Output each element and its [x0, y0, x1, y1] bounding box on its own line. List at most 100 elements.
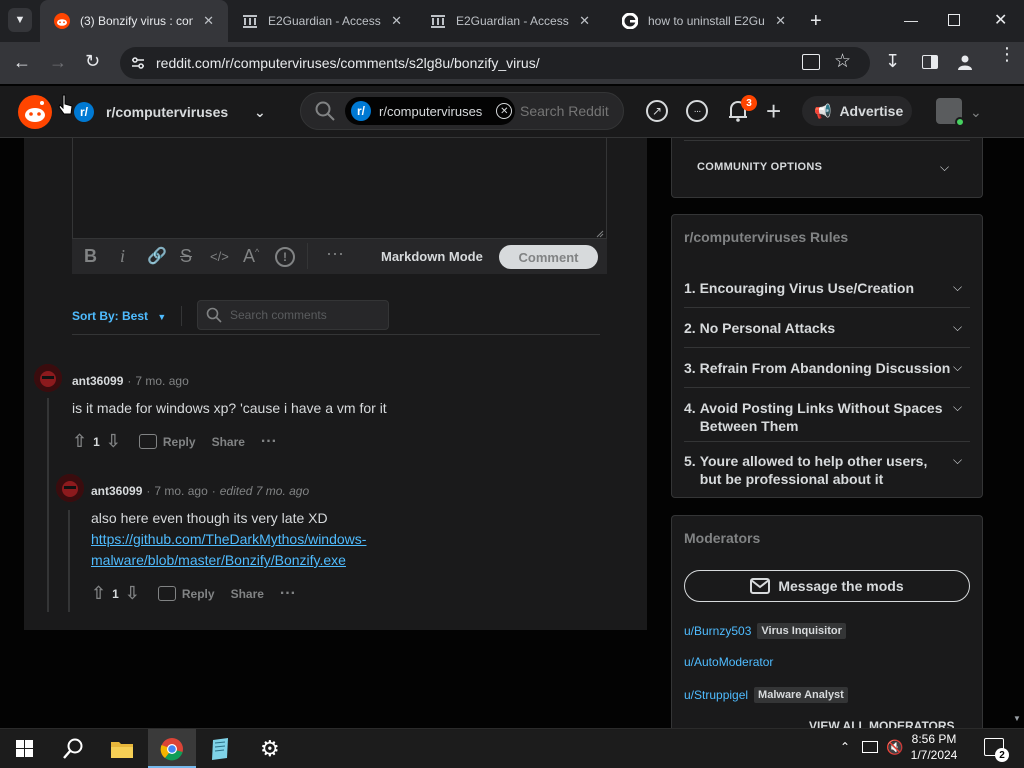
bookmark-star-icon[interactable]: ☆ — [834, 50, 851, 73]
reload-icon[interactable]: ↻ — [85, 51, 100, 72]
chevron-down-icon[interactable]: ⌵ — [953, 360, 962, 375]
rule-item[interactable]: 4. Avoid Posting Links Without Spaces Bet… — [684, 399, 946, 435]
italic-icon[interactable]: i — [120, 246, 125, 267]
scrollbar[interactable] — [1010, 138, 1024, 728]
link-icon[interactable]: 🔗 — [147, 246, 167, 266]
inline-code-icon[interactable]: </> — [210, 249, 229, 264]
site-info-icon[interactable] — [130, 55, 146, 71]
search-input[interactable] — [520, 99, 620, 123]
subreddit-selector[interactable]: r/ r/computerviruses ⌄ — [64, 92, 282, 132]
notepad-app-icon[interactable] — [208, 737, 232, 761]
comment-author[interactable]: ant36099 — [91, 484, 142, 498]
chat-icon[interactable]: ··· — [686, 100, 708, 122]
vote-count: 1 — [112, 586, 119, 601]
sort-dropdown[interactable]: Sort By: Best ▼ — [72, 309, 166, 323]
side-panel-icon[interactable] — [922, 55, 938, 69]
share-button[interactable]: Share — [212, 435, 245, 449]
message-mods-button[interactable]: Message the mods — [684, 570, 970, 602]
more-options-icon[interactable]: ··· — [326, 243, 344, 264]
close-icon[interactable]: ✕ — [203, 13, 214, 29]
file-explorer-icon[interactable] — [110, 739, 134, 759]
chevron-down-icon[interactable]: ⌄ — [970, 104, 982, 121]
restore-button[interactable] — [948, 14, 960, 26]
moderator-name[interactable]: u/Struppigel — [684, 688, 748, 702]
popular-icon[interactable]: ↗ — [646, 100, 668, 122]
moderator-name[interactable]: u/AutoModerator — [684, 655, 773, 669]
url-bar[interactable]: reddit.com/r/computerviruses/comments/s2… — [120, 47, 870, 79]
resize-handle[interactable] — [596, 230, 604, 238]
rule-item[interactable]: 2. No Personal Attacks — [684, 319, 970, 337]
search-subreddit-chip[interactable]: r/ r/computerviruses ✕ — [345, 97, 515, 125]
clear-chip-icon[interactable]: ✕ — [496, 103, 513, 119]
upvote-icon[interactable]: ⇧ — [91, 583, 106, 604]
more-options-icon[interactable]: ··· — [261, 433, 277, 451]
tab-google-search[interactable]: how to uninstall E2Gua ✕ — [608, 0, 800, 42]
minimize-button[interactable]: — — [904, 12, 918, 28]
avatar[interactable] — [56, 474, 84, 502]
markdown-mode-toggle[interactable]: Markdown Mode — [381, 249, 483, 264]
network-icon[interactable] — [862, 741, 878, 753]
reply-button[interactable]: Reply — [138, 434, 196, 449]
rule-item[interactable]: 1. Encouraging Virus Use/Creation — [684, 279, 970, 297]
community-options-toggle[interactable]: COMMUNITY OPTIONS — [697, 161, 822, 173]
comment-time[interactable]: 7 mo. ago — [154, 484, 207, 498]
moderator-name[interactable]: u/Burnzy503 — [684, 624, 751, 638]
tab-bonzify[interactable]: (3) Bonzify virus : comp ✕ — [40, 0, 228, 42]
install-app-icon[interactable] — [802, 54, 820, 70]
new-tab-button[interactable]: + — [810, 10, 822, 33]
forward-arrow-icon[interactable]: → — [49, 52, 67, 73]
windows-start-icon[interactable] — [16, 740, 33, 757]
view-all-moderators-button[interactable]: VIEW ALL MODERATORS — [809, 718, 955, 728]
reply-button[interactable]: Reply — [157, 586, 215, 601]
strikethrough-icon[interactable]: S — [180, 246, 192, 267]
chevron-up-icon[interactable]: ⌃ — [840, 740, 850, 754]
user-avatar[interactable] — [936, 98, 965, 127]
rule-item[interactable]: 5. Youre allowed to help other users, but… — [684, 452, 946, 488]
google-icon — [622, 13, 638, 29]
download-icon[interactable]: ↧ — [885, 51, 900, 72]
close-icon[interactable]: ✕ — [391, 13, 402, 29]
reddit-logo-icon[interactable] — [18, 95, 52, 129]
comment-thread-line[interactable] — [47, 398, 49, 612]
chevron-down-icon[interactable]: ⌵ — [953, 400, 962, 415]
comment-button[interactable]: Comment — [499, 245, 598, 269]
moderator-entry: u/Struppigel Malware Analyst — [684, 687, 848, 703]
chevron-down-icon[interactable]: ⌵ — [953, 453, 962, 468]
rule-item[interactable]: 3. Refrain From Abandoning Discussion — [684, 359, 970, 377]
chrome-menu-icon[interactable]: ⋮ — [998, 45, 1016, 63]
tab-e2guardian-1[interactable]: E2Guardian - Access D ✕ — [228, 0, 416, 42]
avatar[interactable] — [34, 364, 62, 392]
window-close-button[interactable]: ✕ — [994, 10, 1007, 30]
share-button[interactable]: Share — [231, 587, 264, 601]
comment-author[interactable]: ant36099 — [72, 374, 123, 388]
profile-icon[interactable] — [956, 53, 974, 71]
comment-thread-line[interactable] — [68, 510, 70, 612]
taskbar-clock[interactable]: 8:56 PM 1/7/2024 — [900, 731, 968, 763]
close-icon[interactable]: ✕ — [579, 13, 590, 29]
github-link[interactable]: https://github.com/TheDarkMythos/windows… — [91, 529, 411, 571]
create-post-icon[interactable]: + — [766, 96, 781, 127]
superscript-icon[interactable]: A^ — [243, 246, 259, 267]
downvote-icon[interactable]: ⇩ — [125, 583, 140, 604]
upvote-icon[interactable]: ⇧ — [72, 431, 87, 452]
scroll-down-arrow-icon[interactable]: ▼ — [1013, 714, 1021, 723]
downvote-icon[interactable]: ⇩ — [106, 431, 121, 452]
divider — [72, 334, 600, 335]
search-icon[interactable] — [62, 738, 84, 760]
spoiler-icon[interactable]: ! — [275, 247, 295, 267]
tab-title: how to uninstall E2Gua — [648, 14, 766, 28]
chevron-down-icon[interactable]: ⌵ — [953, 280, 962, 295]
settings-gear-icon[interactable]: ⚙ — [260, 738, 280, 760]
subreddit-icon: r/ — [74, 102, 94, 122]
advertise-button[interactable]: 📢 Advertise — [802, 96, 912, 126]
close-icon[interactable]: ✕ — [775, 13, 786, 29]
comment-search-box[interactable]: Search comments — [197, 300, 389, 330]
more-options-icon[interactable]: ··· — [280, 585, 296, 603]
back-arrow-icon[interactable]: ← — [13, 52, 31, 73]
tab-search-button[interactable]: ▼ — [8, 8, 32, 32]
tab-e2guardian-2[interactable]: E2Guardian - Access D ✕ — [416, 0, 604, 42]
chevron-down-icon[interactable]: ⌵ — [953, 320, 962, 335]
bold-icon[interactable]: B — [84, 246, 97, 267]
comment-time[interactable]: 7 mo. ago — [135, 374, 188, 388]
chevron-down-icon[interactable]: ⌵ — [940, 160, 949, 175]
